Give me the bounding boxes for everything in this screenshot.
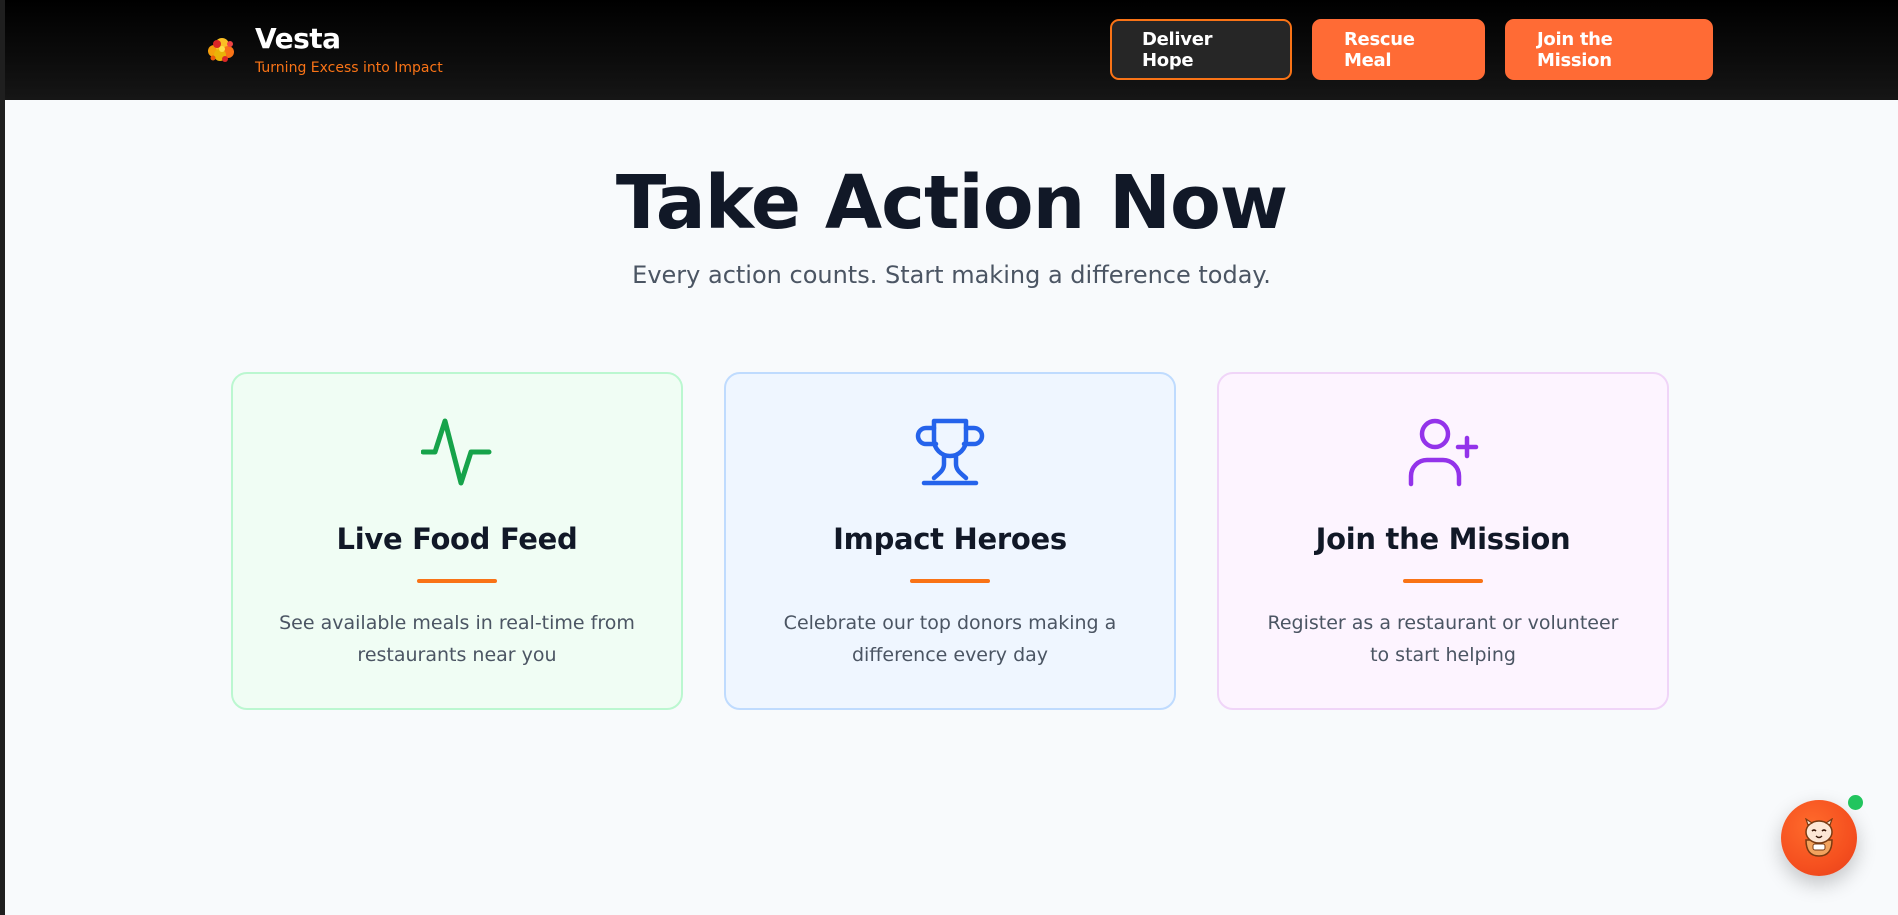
chat-assistant-button[interactable] bbox=[1781, 800, 1857, 876]
brand-tagline: Turning Excess into Impact bbox=[255, 60, 443, 76]
top-navbar: Vesta Turning Excess into Impact Deliver… bbox=[5, 0, 1898, 100]
card-title: Impact Heroes bbox=[833, 522, 1067, 556]
page: Vesta Turning Excess into Impact Deliver… bbox=[5, 0, 1898, 915]
page-subtitle: Every action counts. Start making a diff… bbox=[632, 261, 1271, 289]
card-divider bbox=[1403, 579, 1483, 583]
card-join-the-mission[interactable]: Join the Mission Register as a restauran… bbox=[1217, 372, 1669, 710]
card-title: Live Food Feed bbox=[336, 522, 578, 556]
card-description: See available meals in real-time from re… bbox=[279, 612, 635, 666]
deliver-hope-button[interactable]: Deliver Hope bbox=[1110, 19, 1292, 80]
flame-logo-icon bbox=[208, 38, 234, 62]
card-impact-heroes[interactable]: Impact Heroes Celebrate our top donors m… bbox=[724, 372, 1176, 710]
chat-assistant-avatar-icon bbox=[1805, 818, 1833, 857]
join-the-mission-button[interactable]: Join the Mission bbox=[1505, 19, 1713, 80]
card-title: Join the Mission bbox=[1315, 522, 1571, 556]
brand-name: Vesta bbox=[255, 22, 341, 55]
rescue-meal-button[interactable]: Rescue Meal bbox=[1312, 19, 1485, 80]
card-description: Celebrate our top donors making a differ… bbox=[783, 612, 1117, 666]
page-title: Take Action Now bbox=[615, 160, 1288, 246]
activity-pulse-icon bbox=[421, 418, 492, 486]
card-live-food-feed[interactable]: Live Food Feed See available meals in re… bbox=[231, 372, 683, 710]
online-status-dot bbox=[1848, 795, 1863, 810]
header-actions: Deliver Hope Rescue Meal Join the Missio… bbox=[1110, 19, 1713, 80]
trophy-icon bbox=[915, 418, 985, 486]
user-plus-icon bbox=[1408, 418, 1479, 487]
card-divider bbox=[417, 579, 497, 583]
card-description: Register as a restaurant or volunteer to… bbox=[1267, 612, 1619, 666]
brand[interactable]: Vesta Turning Excess into Impact bbox=[205, 22, 443, 77]
card-divider bbox=[910, 579, 990, 583]
